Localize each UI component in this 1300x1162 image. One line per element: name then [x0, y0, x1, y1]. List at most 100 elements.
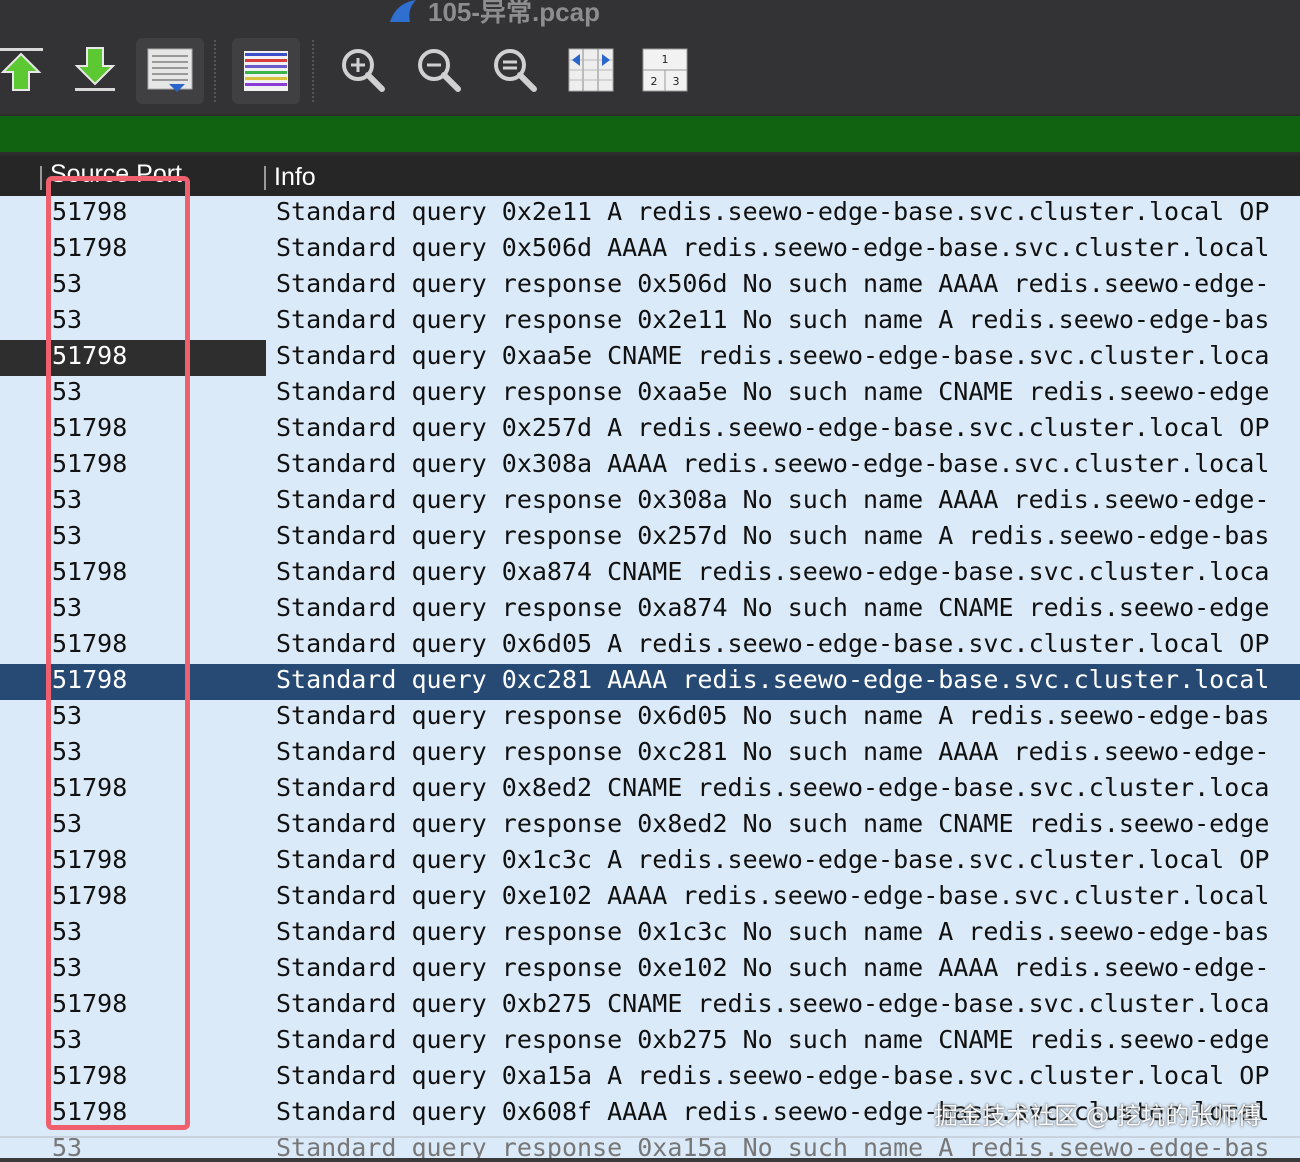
resize-columns-icon	[568, 48, 614, 92]
source-port-cell: 51798	[52, 845, 128, 874]
table-row[interactable]: 51798 Standard query 0x1c3c A redis.seewo…	[0, 844, 1300, 880]
toolbar-separator	[214, 40, 218, 102]
table-row[interactable]: 51798 Standard query 0xe102 AAAA redis.se…	[0, 880, 1300, 916]
resize-columns-button[interactable]	[566, 44, 616, 96]
go-to-first-packet-button[interactable]	[0, 44, 46, 96]
toolbar-separator	[312, 40, 316, 102]
info-cell: Standard query 0xa874 CNAME redis.seewo-…	[276, 557, 1270, 586]
source-port-cell: 51798	[52, 1097, 128, 1126]
source-port-cell: 51798	[52, 665, 128, 694]
info-cell: Standard query response 0xe102 No such n…	[276, 953, 1270, 982]
focused-cell	[0, 340, 266, 376]
pane-label-1: 1	[662, 53, 669, 66]
source-port-cell: 53	[52, 953, 83, 982]
table-row[interactable]: 51798 Standard query 0x506d AAAA redis.se…	[0, 232, 1300, 268]
zoom-out-button[interactable]	[414, 44, 464, 96]
main-toolbar: 1 2 3	[0, 30, 1300, 114]
table-row[interactable]: 53 Standard query response 0x8ed2 No such…	[0, 808, 1300, 844]
table-row[interactable]: 53 Standard query response 0x257d No such…	[0, 520, 1300, 556]
pane-divider[interactable]	[0, 1136, 1300, 1138]
table-row[interactable]: 51798 Standard query 0x2e11 A redis.seewo…	[0, 196, 1300, 232]
info-cell: Standard query 0xb275 CNAME redis.seewo-…	[276, 989, 1270, 1018]
source-port-cell: 53	[52, 737, 83, 766]
colorize-lines-icon	[244, 51, 288, 91]
auto-scroll-button[interactable]	[136, 38, 204, 104]
zoom-out-icon	[418, 49, 461, 92]
source-port-cell: 53	[52, 917, 83, 946]
table-row[interactable]: 51798 Standard query 0x8ed2 CNAME redis.s…	[0, 772, 1300, 808]
info-cell: Standard query response 0x506d No such n…	[276, 269, 1270, 298]
source-port-cell: 53	[52, 521, 83, 550]
display-filter-bar[interactable]	[0, 114, 1300, 154]
zoom-in-icon	[342, 49, 385, 92]
zoom-in-button[interactable]	[338, 44, 388, 96]
column-divider[interactable]	[264, 166, 266, 190]
source-port-cell: 51798	[52, 449, 128, 478]
info-cell: Standard query response 0x2e11 No such n…	[276, 305, 1270, 334]
table-row[interactable]: 53 Standard query response 0x6d05 No such…	[0, 700, 1300, 736]
info-cell: Standard query response 0xb275 No such n…	[276, 1025, 1270, 1054]
table-row[interactable]: 53 Standard query response 0x1c3c No such…	[0, 916, 1300, 952]
table-row[interactable]: 51798 Standard query 0xb275 CNAME redis.s…	[0, 988, 1300, 1024]
zoom-reset-icon	[494, 49, 537, 92]
source-port-cell: 53	[52, 701, 83, 730]
table-row[interactable]: 51798 Standard query 0x6d05 A redis.seewo…	[0, 628, 1300, 664]
info-cell: Standard query response 0x308a No such n…	[276, 485, 1270, 514]
info-cell: Standard query response 0x6d05 No such n…	[276, 701, 1270, 730]
source-port-cell: 51798	[52, 629, 128, 658]
pane-splitter[interactable]	[0, 1158, 1300, 1162]
arrow-down-green-icon	[74, 47, 116, 91]
table-row[interactable]: 51798 Standard query 0x257d A redis.seewo…	[0, 412, 1300, 448]
table-row[interactable]: 53 Standard query response 0xe102 No such…	[0, 952, 1300, 988]
source-port-cell: 51798	[52, 773, 128, 802]
info-cell: Standard query 0xaa5e CNAME redis.seewo-…	[276, 341, 1270, 370]
source-port-cell: 51798	[52, 989, 128, 1018]
info-cell: Standard query response 0x257d No such n…	[276, 521, 1270, 550]
info-cell: Standard query 0x8ed2 CNAME redis.seewo-…	[276, 773, 1270, 802]
table-row[interactable]: 53 Standard query response 0xaa5e No such…	[0, 376, 1300, 412]
table-row[interactable]: 53 Standard query response 0x506d No such…	[0, 268, 1300, 304]
colorize-button[interactable]	[232, 38, 300, 104]
autoscroll-icon	[147, 48, 193, 92]
column-divider[interactable]	[40, 166, 42, 190]
table-row[interactable]: 51798 Standard query 0xa874 CNAME redis.s…	[0, 556, 1300, 592]
normal-size-button[interactable]	[490, 44, 540, 96]
table-row[interactable]: 53 Standard query response 0xa874 No such…	[0, 592, 1300, 628]
info-cell: Standard query response 0x1c3c No such n…	[276, 917, 1270, 946]
layout-panes-button[interactable]: 1 2 3	[640, 44, 690, 96]
pane-layout-icon: 1 2 3	[642, 48, 688, 92]
info-cell: Standard query response 0xa874 No such n…	[276, 593, 1270, 622]
source-port-cell: 51798	[52, 341, 128, 370]
table-row[interactable]: 53 Standard query response 0x308a No such…	[0, 484, 1300, 520]
source-port-cell: 51798	[52, 881, 128, 910]
table-row[interactable]: 53 Standard query response 0xc281 No such…	[0, 736, 1300, 772]
info-cell: Standard query response 0x8ed2 No such n…	[276, 809, 1270, 838]
info-cell: Standard query 0x257d A redis.seewo-edge…	[276, 413, 1270, 442]
table-row[interactable]: 53 Standard query response 0x2e11 No such…	[0, 304, 1300, 340]
wireshark-fin-icon	[390, 0, 416, 22]
table-row[interactable]: 53 Standard query response 0xb275 No such…	[0, 1024, 1300, 1060]
source-port-cell: 53	[52, 593, 83, 622]
info-cell: Standard query response 0xaa5e No such n…	[276, 377, 1270, 406]
info-cell: Standard query 0x2e11 A redis.seewo-edge…	[276, 197, 1270, 226]
go-to-last-packet-button[interactable]	[70, 44, 120, 96]
title-bar: 105-异常.pcap	[0, 0, 1300, 30]
info-cell: Standard query 0x1c3c A redis.seewo-edge…	[276, 845, 1270, 874]
table-row[interactable]: 51798 Standard query 0x308a AAAA redis.se…	[0, 448, 1300, 484]
source-port-cell: 53	[52, 485, 83, 514]
table-row[interactable]: 51798 Standard query 0xa15a A redis.seewo…	[0, 1060, 1300, 1096]
info-cell: Standard query 0xe102 AAAA redis.seewo-e…	[276, 881, 1270, 910]
source-port-cell: 53	[52, 809, 83, 838]
packet-list[interactable]: 51798 Standard query 0x2e11 A redis.seewo…	[0, 196, 1300, 1162]
packet-list-header: Source Port Info	[0, 156, 1300, 196]
source-port-cell: 51798	[52, 413, 128, 442]
column-header-source-port[interactable]: Source Port	[50, 160, 182, 189]
info-cell: Standard query 0x6d05 A redis.seewo-edge…	[276, 629, 1270, 658]
info-cell: Standard query response 0xc281 No such n…	[276, 737, 1270, 766]
arrow-up-green-icon	[0, 48, 43, 91]
table-row[interactable]: 51798 Standard query 0xc281 AAAA redis.se…	[0, 664, 1300, 700]
info-cell: Standard query 0x506d AAAA redis.seewo-e…	[276, 233, 1270, 262]
source-port-cell: 51798	[52, 557, 128, 586]
column-header-info[interactable]: Info	[274, 163, 316, 192]
table-row[interactable]: 51798 Standard query 0xaa5e CNAME redis.s…	[0, 340, 1300, 376]
